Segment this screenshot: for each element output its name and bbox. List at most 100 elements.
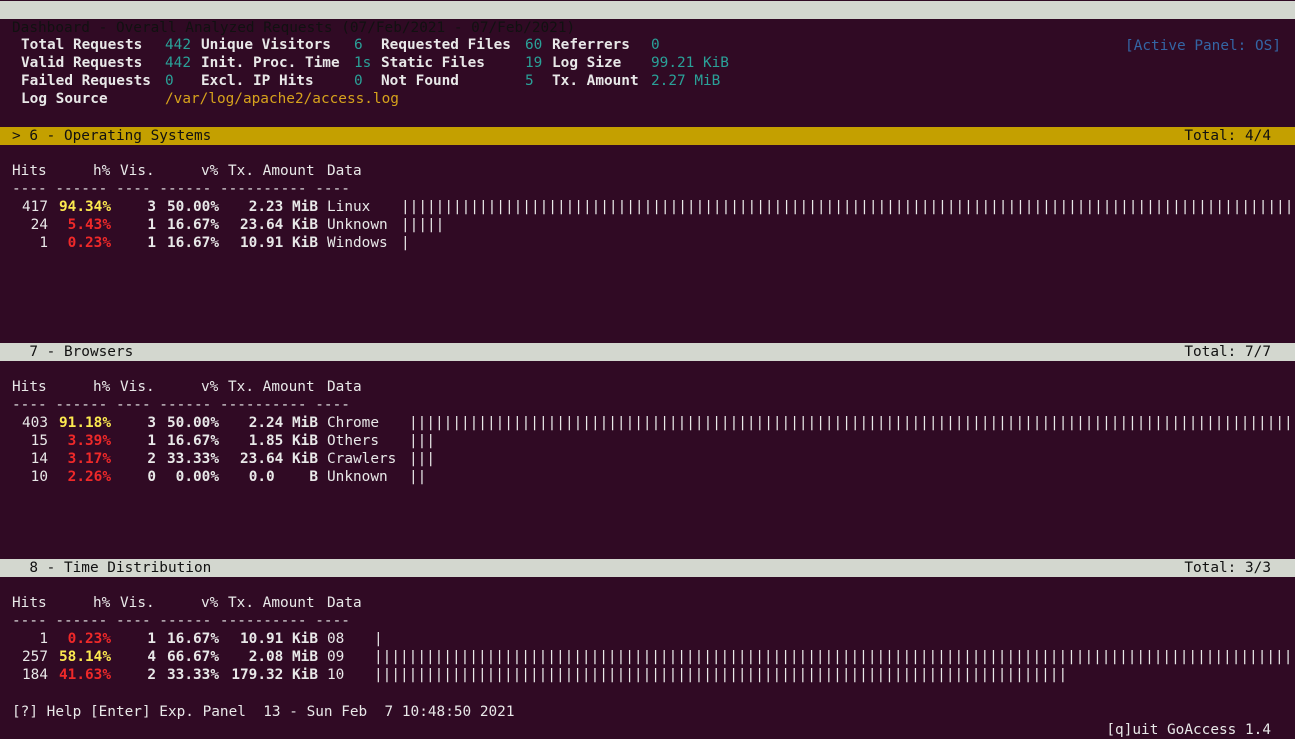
- dashboard-title: Dashboard - Overall Analyzed Requests (0…: [12, 20, 576, 36]
- col-header-data: Data: [327, 379, 362, 395]
- panel-header-1[interactable]: > 6 - Operating Systems Total: 4/4: [0, 127, 1295, 145]
- col-header-data: Data: [327, 163, 362, 179]
- valid-requests-value: 442: [165, 55, 191, 71]
- footer-bar: [?] Help [Enter] Exp. Panel 13 - Sun Feb…: [0, 685, 1295, 738]
- row-bar-graph: |: [374, 631, 383, 647]
- row-hits: 403: [22, 415, 48, 431]
- row-visitors-percent: 16.67%: [167, 631, 219, 647]
- static-files-value: 19: [525, 55, 543, 71]
- row-visitors: 1: [147, 235, 156, 251]
- valid-requests-label: Valid Requests: [21, 55, 143, 71]
- total-requests-label: Total Requests: [21, 37, 143, 53]
- row-bar-graph: ||||||||||||||||||||||||||||||||||||||||…: [409, 415, 1290, 431]
- row-visitors: 1: [147, 433, 156, 449]
- col-header-tx: Tx. Amount: [228, 595, 315, 611]
- row-data: Chrome: [327, 415, 379, 431]
- log-source-value: /var/log/apache2/access.log: [165, 91, 399, 107]
- row-tx-amount: 2.23 MiB: [248, 199, 318, 215]
- excl-ip-hits-value: 0: [354, 73, 363, 89]
- row-hits-percent: 41.63%: [59, 667, 111, 683]
- unique-visitors-value: 6: [354, 37, 363, 53]
- col-header-hpct: h%: [93, 379, 111, 395]
- col-header-data: Data: [327, 595, 362, 611]
- quit-hint[interactable]: [q]uit GoAccess 1.4: [1106, 721, 1271, 739]
- row-bar-graph: |||||: [401, 217, 445, 233]
- row-data: 10: [327, 667, 345, 683]
- help-hint[interactable]: [?] Help [Enter] Exp. Panel 13 - Sun Feb…: [12, 703, 515, 721]
- tx-amount-label: Tx. Amount: [552, 73, 639, 89]
- row-tx-amount: 1.85 KiB: [248, 433, 318, 449]
- row-hits-percent: 0.23%: [67, 235, 111, 251]
- row-visitors: 0: [147, 469, 156, 485]
- row-hits: 417: [22, 199, 48, 215]
- row-visitors-percent: 16.67%: [167, 433, 219, 449]
- failed-requests-label: Failed Requests: [21, 73, 151, 89]
- row-hits-percent: 58.14%: [59, 649, 111, 665]
- row-hits-percent: 5.43%: [67, 217, 111, 233]
- init-proc-time-label: Init. Proc. Time: [201, 55, 340, 71]
- row-data: Crawlers: [327, 451, 397, 467]
- panel-total: Total: 3/3: [1184, 560, 1271, 576]
- not-found-value: 5: [525, 73, 534, 89]
- title-bar: Dashboard - Overall Analyzed Requests (0…: [0, 1, 1295, 54]
- row-data: 09: [327, 649, 345, 665]
- unique-visitors-label: Unique Visitors: [201, 37, 331, 53]
- row-tx-amount: 2.24 MiB: [248, 415, 318, 431]
- row-visitors-percent: 0.00%: [175, 469, 219, 485]
- row-data: Unknown: [327, 469, 388, 485]
- row-tx-amount: 10.91 KiB: [240, 631, 318, 647]
- row-tx-amount: 23.64 KiB: [240, 451, 318, 467]
- row-tx-amount: 10.91 KiB: [240, 235, 318, 251]
- row-hits: 15: [30, 433, 48, 449]
- col-header-hpct: h%: [93, 595, 111, 611]
- static-files-label: Static Files: [381, 55, 485, 71]
- col-header-vpct: v%: [201, 379, 219, 395]
- row-visitors: 2: [147, 451, 156, 467]
- log-size-label: Log Size: [552, 55, 622, 71]
- col-header-tx: Tx. Amount: [228, 163, 315, 179]
- row-hits: 24: [30, 217, 48, 233]
- init-proc-time-value: 1s: [354, 55, 372, 71]
- referrers-value: 0: [651, 37, 660, 53]
- row-bar-graph: ||||||||||||||||||||||||||||||||||||||||…: [374, 667, 1068, 683]
- row-hits: 1: [39, 235, 48, 251]
- row-hits-percent: 3.17%: [67, 451, 111, 467]
- col-separator: ---- ------ ---- ------ ---------- ----: [12, 397, 350, 413]
- row-visitors: 3: [147, 415, 156, 431]
- log-size-value: 99.21 KiB: [651, 55, 729, 71]
- row-visitors-percent: 50.00%: [167, 415, 219, 431]
- panel-title: > 6 - Operating Systems: [12, 128, 212, 144]
- panel-total: Total: 4/4: [1184, 128, 1271, 144]
- not-found-label: Not Found: [381, 73, 459, 89]
- row-visitors: 2: [147, 667, 156, 683]
- col-separator: ---- ------ ---- ------ ---------- ----: [12, 613, 350, 629]
- row-data: Linux: [327, 199, 371, 215]
- total-requests-value: 442: [165, 37, 191, 53]
- panel-total: Total: 7/7: [1184, 344, 1271, 360]
- row-data: 08: [327, 631, 345, 647]
- referrers-label: Referrers: [552, 37, 630, 53]
- row-visitors-percent: 66.67%: [167, 649, 219, 665]
- row-tx-amount: 0.0 B: [248, 469, 318, 485]
- col-header-hits: Hits: [12, 163, 47, 179]
- row-hits-percent: 3.39%: [67, 433, 111, 449]
- col-header-vis: Vis.: [120, 379, 155, 395]
- row-data: Unknown: [327, 217, 388, 233]
- row-visitors-percent: 33.33%: [167, 451, 219, 467]
- col-header-hits: Hits: [12, 379, 47, 395]
- panel-header-2[interactable]: 7 - Browsers Total: 7/7: [0, 343, 1295, 361]
- row-tx-amount: 23.64 KiB: [240, 217, 318, 233]
- panel-header-3[interactable]: 8 - Time Distribution Total: 3/3: [0, 559, 1295, 577]
- requested-files-value: 60: [525, 37, 543, 53]
- row-hits-percent: 91.18%: [59, 415, 111, 431]
- row-data: Windows: [327, 235, 388, 251]
- row-visitors-percent: 50.00%: [167, 199, 219, 215]
- row-hits: 10: [30, 469, 48, 485]
- row-visitors-percent: 16.67%: [167, 235, 219, 251]
- excl-ip-hits-label: Excl. IP Hits: [201, 73, 314, 89]
- row-bar-graph: |||: [409, 433, 435, 449]
- row-tx-amount: 179.32 KiB: [231, 667, 318, 683]
- active-panel-indicator: [Active Panel: OS]: [1125, 38, 1281, 54]
- col-header-vpct: v%: [201, 595, 219, 611]
- row-visitors-percent: 16.67%: [167, 217, 219, 233]
